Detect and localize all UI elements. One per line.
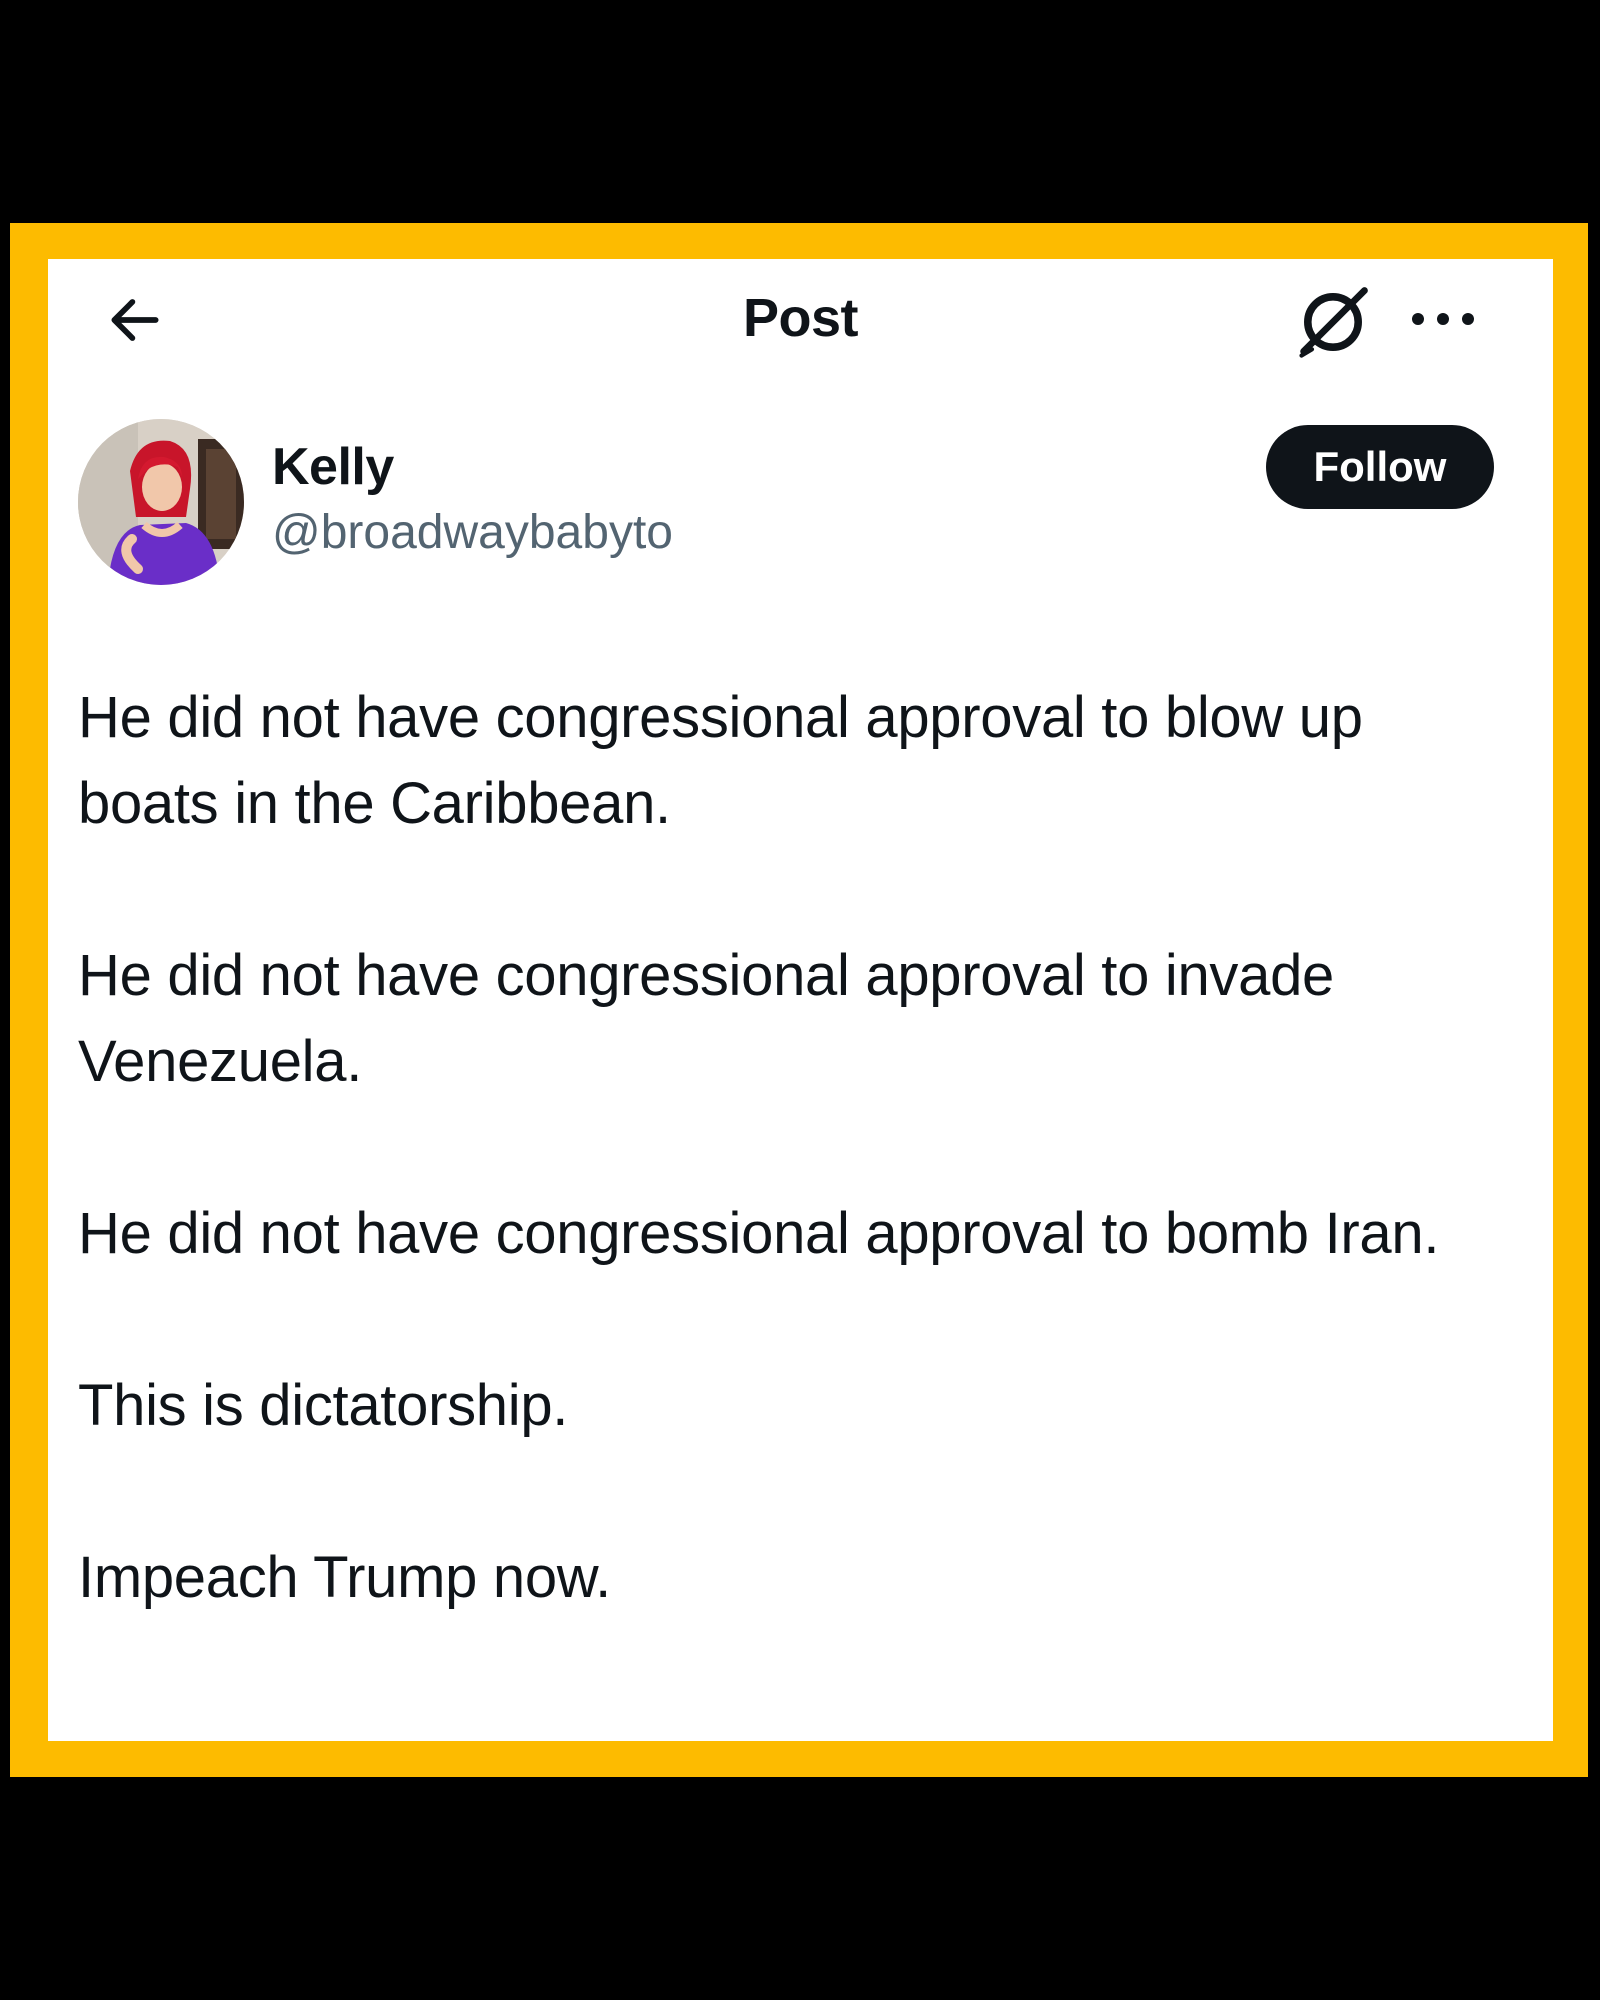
grok-icon <box>1299 287 1368 358</box>
post-card: Post Kelly @broadwaybabyto Follow He did… <box>48 259 1553 1741</box>
post-paragraph: Impeach Trump now. <box>78 1545 611 1610</box>
post-paragraph: This is dictatorship. <box>78 1373 569 1438</box>
author-name[interactable]: Kelly <box>272 437 394 497</box>
author-handle[interactable]: @broadwaybabyto <box>272 505 673 560</box>
post-paragraph: He did not have congressional approval t… <box>78 1201 1440 1266</box>
post-paragraph: He did not have congressional approval t… <box>78 685 1363 836</box>
more-options-button[interactable] <box>1398 289 1488 349</box>
avatar[interactable] <box>78 419 244 585</box>
post-header-bar: Post <box>48 259 1553 379</box>
more-horizontal-icon <box>1412 313 1474 325</box>
follow-button[interactable]: Follow <box>1266 425 1494 509</box>
post-text: He did not have congressional approval t… <box>78 675 1518 1621</box>
post-paragraph: He did not have congressional approval t… <box>78 943 1334 1094</box>
grok-button[interactable] <box>1288 277 1378 367</box>
avatar-photo <box>78 419 244 585</box>
